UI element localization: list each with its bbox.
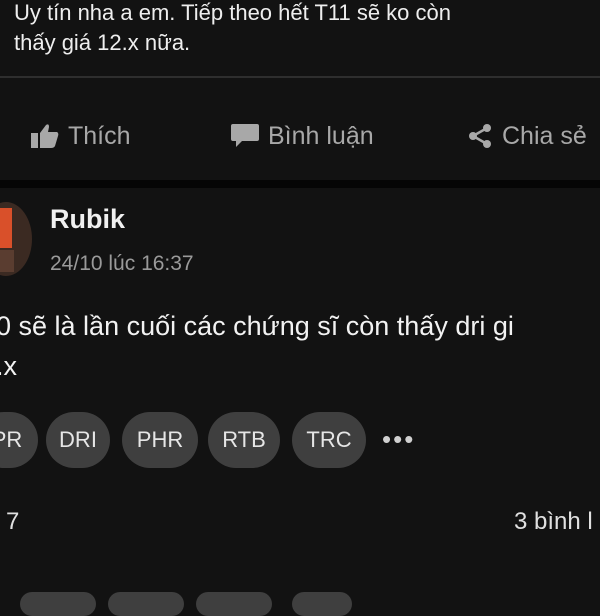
ticker-tag[interactable]: PR — [0, 412, 38, 468]
ticker-tag[interactable]: TRC — [292, 412, 366, 468]
comment-bubble-icon — [230, 122, 260, 150]
post-text: Uy tín nha a em. Tiếp theo hết T11 sẽ ko… — [14, 0, 452, 55]
ticker-tag[interactable]: PHR — [122, 412, 198, 468]
ticker-tag[interactable]: DRI — [46, 412, 110, 468]
comment-count[interactable]: 3 bình l — [514, 508, 593, 536]
post-separator — [0, 180, 600, 188]
share-button[interactable]: Chia sẻ — [466, 122, 587, 151]
share-label: Chia sẻ — [502, 121, 587, 150]
divider — [0, 76, 600, 78]
like-label: Thích — [68, 121, 131, 150]
post-text: 0 sẽ là lần cuối các chứng sĩ còn thấy d… — [0, 311, 514, 381]
post-timestamp[interactable]: 24/10 lúc 16:37 — [50, 252, 194, 276]
next-item-peek — [0, 586, 600, 616]
share-icon — [466, 122, 494, 150]
avatar[interactable] — [0, 202, 32, 276]
thumbs-up-icon — [30, 123, 60, 149]
more-tags-button[interactable]: ••• — [382, 424, 415, 455]
comment-label: Bình luận — [268, 121, 374, 150]
post-action-bar: Thích Bình luận Chia sẻ — [0, 106, 600, 166]
ticker-tag[interactable]: RTB — [208, 412, 280, 468]
comment-button[interactable]: Bình luận — [230, 122, 374, 151]
like-button[interactable]: Thích — [30, 122, 131, 151]
reaction-count[interactable]: 7 — [6, 508, 19, 536]
author-name[interactable]: Rubik — [50, 204, 125, 235]
